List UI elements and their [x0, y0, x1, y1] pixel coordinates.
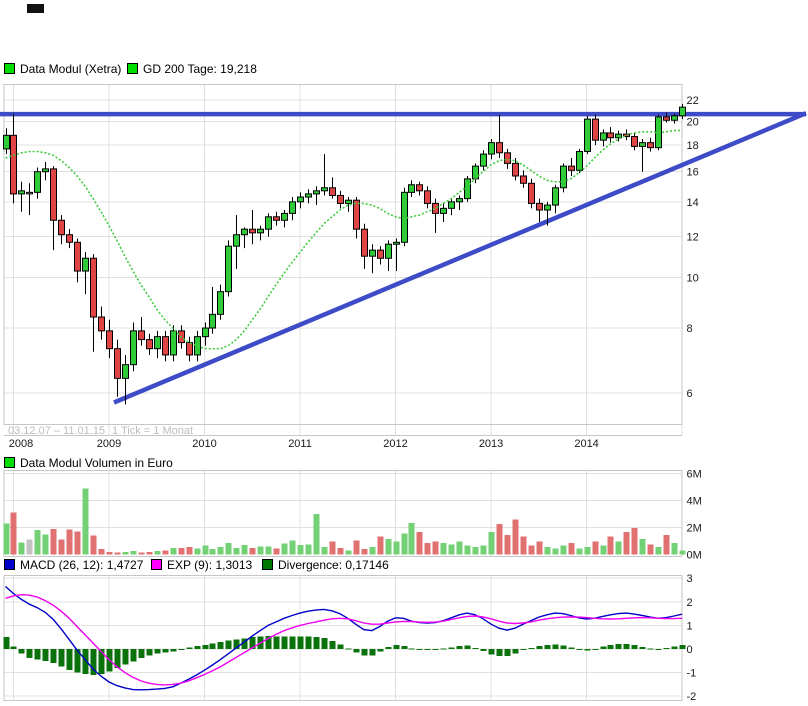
price-chart-canvas[interactable]: 22 20 18 16 14 12 10 8 6 03.12.07 – 11.01.15 1 Tic…: [0, 84, 808, 448]
svg-text:2009: 2009: [97, 438, 121, 448]
svg-text:-2: -2: [687, 691, 697, 703]
price-series-label: Data Modul (Xetra): [20, 62, 122, 76]
price-legend-item: Data Modul (Xetra): [4, 62, 121, 76]
svg-text:2: 2: [687, 597, 693, 609]
svg-text:2013: 2013: [479, 438, 503, 448]
svg-text:2M: 2M: [687, 523, 702, 535]
svg-text:2008: 2008: [9, 438, 33, 448]
chart-applet: Data Modul (Xetra) GD 200 Tage: 19,218 2…: [0, 0, 808, 706]
svg-text:22: 22: [687, 95, 699, 107]
svg-text:0: 0: [687, 644, 693, 656]
svg-text:18: 18: [687, 140, 699, 152]
svg-text:03.12.07 – 11.01.15: 03.12.07 – 11.01.15: [8, 425, 105, 437]
svg-text:20: 20: [687, 116, 699, 128]
svg-text:1 Tick = 1 Monat: 1 Tick = 1 Monat: [112, 425, 193, 437]
svg-text:10: 10: [687, 273, 699, 285]
svg-text:-1: -1: [687, 668, 697, 680]
svg-text:12: 12: [687, 232, 699, 244]
macd-chart-canvas[interactable]: 3 2 1 0 -1 -2: [0, 556, 808, 706]
svg-text:6M: 6M: [687, 469, 702, 481]
svg-text:2014: 2014: [574, 438, 598, 448]
svg-text:2010: 2010: [192, 438, 216, 448]
volume-chart-canvas[interactable]: 6M4M2M0M: [0, 455, 808, 560]
svg-text:14: 14: [687, 197, 699, 209]
svg-text:3: 3: [687, 573, 693, 585]
price-series-swatch: [4, 63, 15, 74]
top-left-artifact: [27, 4, 44, 13]
svg-text:16: 16: [687, 167, 699, 179]
svg-text:1: 1: [687, 620, 693, 632]
svg-text:6: 6: [687, 388, 693, 400]
svg-text:4M: 4M: [687, 496, 702, 508]
gd200-legend-item: GD 200 Tage: 19,218: [127, 62, 257, 76]
gd200-label: GD 200 Tage: 19,218: [143, 62, 257, 76]
gd200-swatch: [127, 63, 138, 74]
svg-text:8: 8: [687, 323, 693, 335]
svg-text:2011: 2011: [288, 438, 312, 448]
svg-text:2012: 2012: [383, 438, 407, 448]
